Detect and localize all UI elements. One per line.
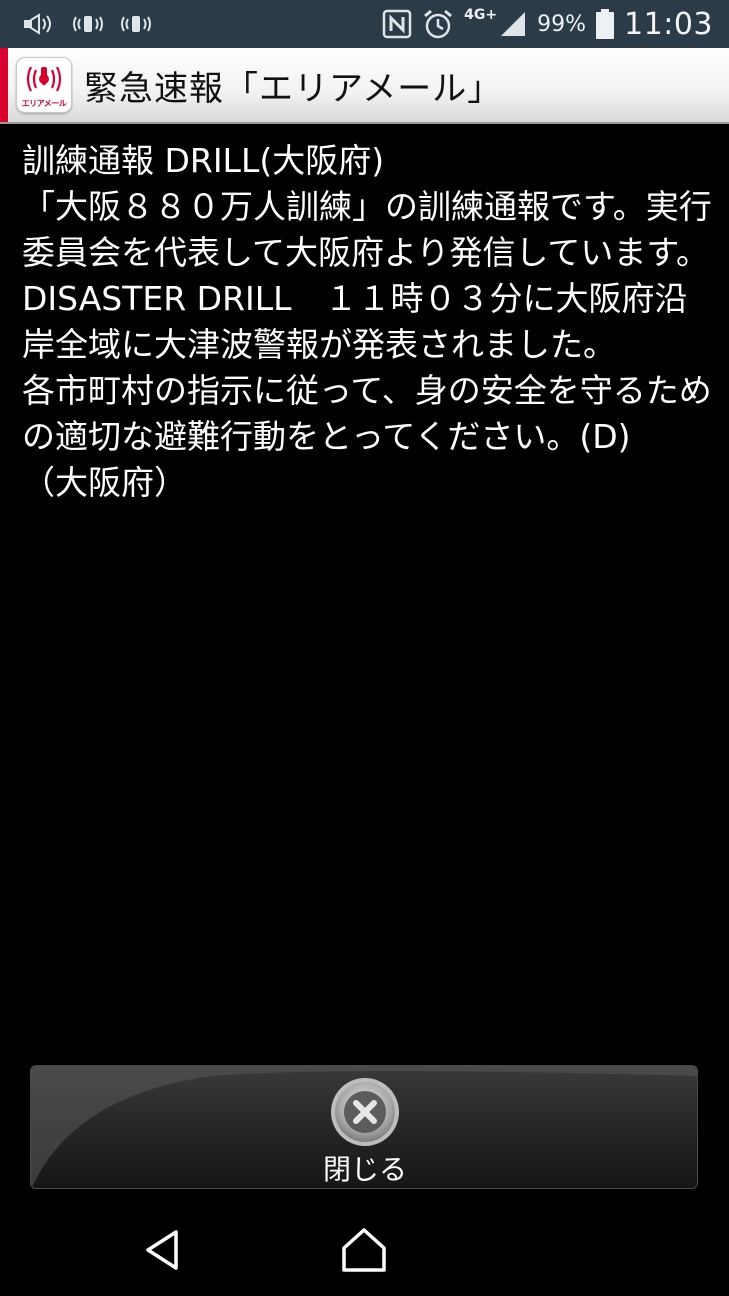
alert-message: 訓練通報 DRILL(大阪府) 「大阪８８０万人訓練」の訓練通報です。実行委員会… xyxy=(22,138,712,506)
back-icon[interactable] xyxy=(140,1226,188,1274)
clock: 11:03 xyxy=(624,6,713,42)
message-line: （大阪府） xyxy=(22,463,187,502)
status-bar: 4G+ 99% 11:03 xyxy=(0,0,729,48)
battery-percent: 99% xyxy=(537,11,587,37)
close-button[interactable]: 閉じる xyxy=(30,1065,698,1189)
alarm-icon xyxy=(422,8,454,40)
nfc-icon xyxy=(382,9,412,39)
signal-icon xyxy=(499,10,527,38)
vibrate-icon xyxy=(72,13,104,35)
navigation-bar xyxy=(0,1206,729,1296)
message-line: 各市町村の指示に従って、身の安全を守るための適切な避難行動をとってください。(D… xyxy=(22,371,712,456)
home-icon[interactable] xyxy=(340,1226,388,1274)
close-icon xyxy=(329,1076,401,1152)
page-title: 緊急速報「エリアメール」 xyxy=(84,68,503,109)
logo-text: エリアメール xyxy=(21,99,67,108)
message-line: 訓練通報 DRILL(大阪府) xyxy=(22,141,385,180)
network-type: 4G+ xyxy=(464,7,498,23)
battery-icon xyxy=(596,9,615,39)
title-accent xyxy=(0,48,8,122)
area-mail-logo: エリアメール xyxy=(16,57,72,113)
message-line: 「大阪８８０万人訓練」の訓練通報です。実行委員会を代表して大阪府より発信していま… xyxy=(22,187,712,364)
close-button-label: 閉じる xyxy=(322,1153,407,1186)
vibrate-icon xyxy=(120,13,152,35)
title-bar: エリアメール 緊急速報「エリアメール」 xyxy=(0,48,729,124)
broadcast-speaker-icon xyxy=(22,12,56,36)
